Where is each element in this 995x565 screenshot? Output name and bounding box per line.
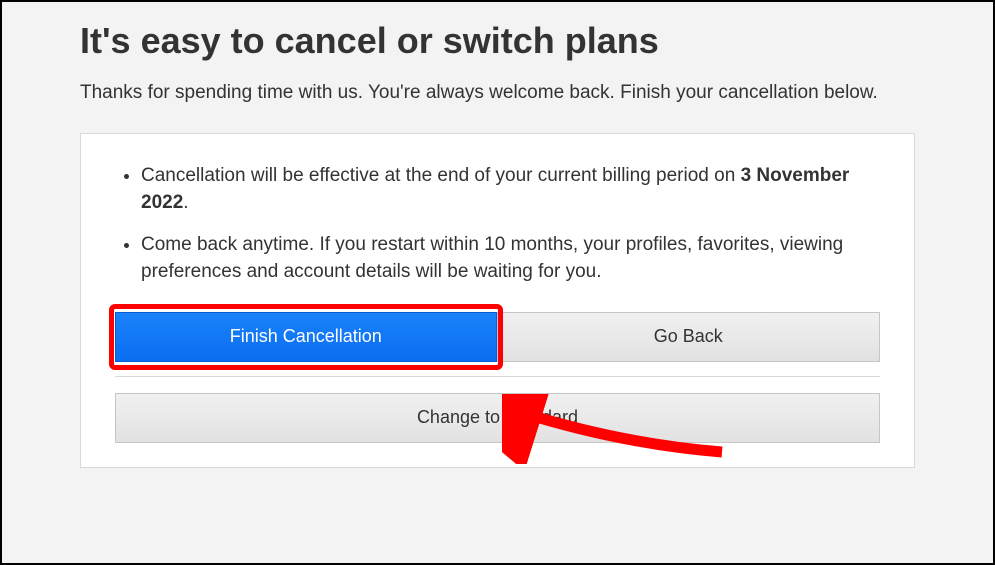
- info-list: Cancellation will be effective at the en…: [115, 162, 880, 286]
- divider: [115, 376, 880, 377]
- main-content: It's easy to cancel or switch plans Than…: [2, 2, 993, 468]
- bullet-text-suffix: .: [183, 192, 188, 213]
- go-back-button[interactable]: Go Back: [497, 312, 881, 362]
- primary-button-row: Finish Cancellation Go Back: [115, 312, 880, 362]
- page-title: It's easy to cancel or switch plans: [80, 20, 915, 62]
- cancellation-card: Cancellation will be effective at the en…: [80, 133, 915, 468]
- finish-cancellation-button[interactable]: Finish Cancellation: [115, 312, 497, 362]
- bullet-come-back: Come back anytime. If you restart within…: [141, 231, 880, 286]
- change-to-standard-button[interactable]: Change to Standard: [115, 393, 880, 443]
- page-subtitle: Thanks for spending time with us. You're…: [80, 80, 915, 107]
- bullet-effective-date: Cancellation will be effective at the en…: [141, 162, 880, 217]
- bullet-text-prefix: Cancellation will be effective at the en…: [141, 165, 741, 186]
